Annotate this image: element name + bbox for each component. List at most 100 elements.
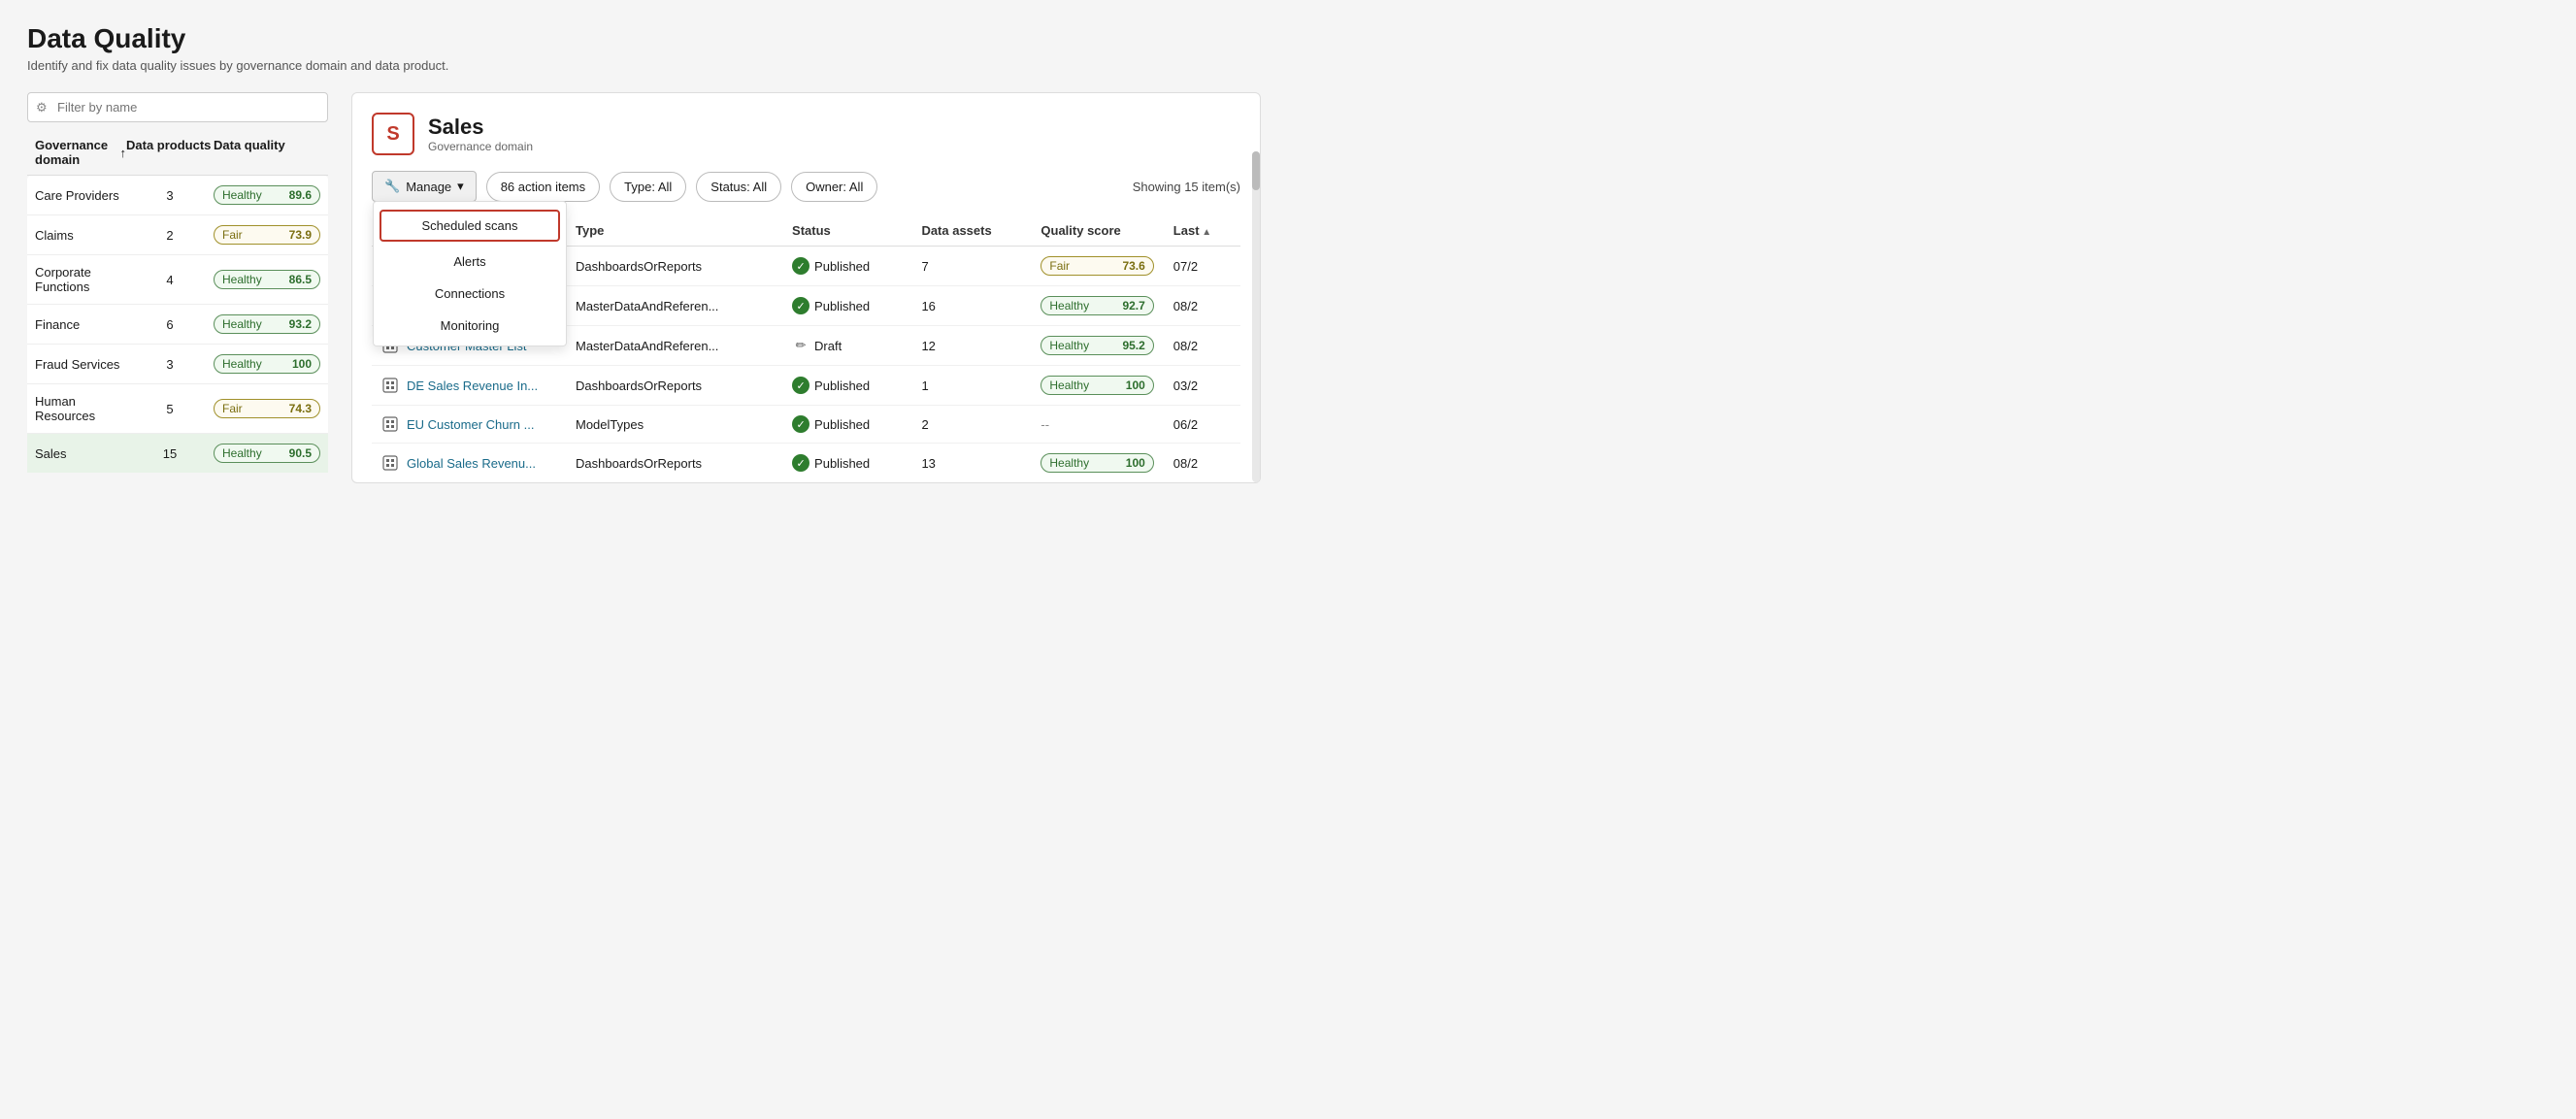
cell-status: ✏ Draft: [782, 326, 911, 366]
cell-name[interactable]: EU Customer Churn ...: [372, 406, 566, 444]
cell-status: ✓ Published: [782, 406, 911, 444]
badge-label: Healthy: [1049, 378, 1089, 392]
table-row[interactable]: Global Sales Revenu... DashboardsOrRepor…: [372, 444, 1240, 483]
cell-assets: 7: [911, 247, 1031, 286]
filter-input-wrap: ⚙: [27, 92, 328, 122]
page-subtitle: Identify and fix data quality issues by …: [27, 58, 1261, 73]
badge-label: Healthy: [222, 273, 262, 286]
left-table-row[interactable]: Finance 6 Healthy 93.2: [27, 305, 328, 345]
badge-score: 100: [1126, 378, 1145, 392]
col-last-header: Last: [1164, 215, 1240, 247]
cell-quality: Healthy 95.2: [1031, 326, 1163, 366]
left-table-row[interactable]: Fraud Services 3 Healthy 100: [27, 345, 328, 384]
badge-score: 100: [1126, 456, 1145, 470]
scrollbar-track[interactable]: [1252, 151, 1260, 482]
page-container: Data Quality Identify and fix data quali…: [0, 0, 1288, 559]
left-table-rows: Care Providers 3 Healthy 89.6 Claims 2 F…: [27, 176, 328, 473]
badge-score: 100: [292, 357, 312, 371]
badge-score: 92.7: [1122, 299, 1144, 313]
left-table-row[interactable]: Human Resources 5 Fair 74.3: [27, 384, 328, 434]
product-icon: [381, 454, 399, 472]
cell-assets: 16: [911, 286, 1031, 326]
badge-score: 95.2: [1122, 339, 1144, 352]
quality-badge: Fair 73.6: [1040, 256, 1153, 276]
product-name: Global Sales Revenu...: [407, 456, 536, 471]
cell-status: ✓ Published: [782, 286, 911, 326]
dropdown-item-alerts[interactable]: Alerts: [374, 246, 566, 278]
cell-name[interactable]: DE Sales Revenue In...: [372, 366, 566, 406]
badge-label: Healthy: [1049, 456, 1089, 470]
action-items-button[interactable]: 86 action items: [486, 172, 600, 202]
product-name: DE Sales Revenue In...: [407, 378, 538, 393]
left-table-row[interactable]: Claims 2 Fair 73.9: [27, 215, 328, 255]
cell-quality: Healthy 92.7: [1031, 286, 1163, 326]
filter-type-button[interactable]: Type: All: [610, 172, 686, 202]
left-table-row[interactable]: Sales 15 Healthy 90.5: [27, 434, 328, 473]
edit-icon: ✏: [792, 337, 809, 354]
cell-type: DashboardsOrReports: [566, 247, 782, 286]
col-type-header: Type: [566, 215, 782, 247]
row-products: 3: [126, 188, 214, 203]
check-circle-icon: ✓: [792, 415, 809, 433]
quality-badge: Fair 74.3: [214, 399, 320, 418]
manage-dropdown: Scheduled scans Alerts Connections Monit…: [373, 201, 567, 346]
cell-quality: --: [1031, 406, 1163, 444]
cell-name[interactable]: Global Sales Revenu...: [372, 444, 566, 483]
check-circle-icon: ✓: [792, 377, 809, 394]
row-domain: Sales: [35, 446, 126, 461]
filter-status-button[interactable]: Status: All: [696, 172, 781, 202]
wrench-icon: 🔧: [384, 179, 400, 194]
scrollbar-thumb[interactable]: [1252, 151, 1260, 190]
badge-label: Fair: [1049, 259, 1070, 273]
badge-score: 73.6: [1122, 259, 1144, 273]
filter-type-label: Type: All: [624, 180, 672, 194]
table-row[interactable]: EU Customer Churn ... ModelTypes ✓ Publi…: [372, 406, 1240, 444]
left-table-row[interactable]: Care Providers 3 Healthy 89.6: [27, 176, 328, 215]
cell-assets: 1: [911, 366, 1031, 406]
badge-score: 74.3: [289, 402, 312, 415]
quality-badge: Healthy 93.2: [214, 314, 320, 334]
cell-type: MasterDataAndReferen...: [566, 286, 782, 326]
filter-owner-label: Owner: All: [806, 180, 863, 194]
badge-label: Healthy: [222, 357, 262, 371]
domain-type: Governance domain: [428, 140, 533, 153]
cell-last: 08/2: [1164, 444, 1240, 483]
table-row[interactable]: DE Sales Revenue In... DashboardsOrRepor…: [372, 366, 1240, 406]
cell-last: 08/2: [1164, 286, 1240, 326]
cell-quality: Healthy 100: [1031, 366, 1163, 406]
cell-quality: Fair 73.6: [1031, 247, 1163, 286]
dropdown-item-monitoring[interactable]: Monitoring: [374, 310, 566, 342]
main-layout: ⚙ Governance domain ↑ Data products Data…: [27, 92, 1261, 483]
cell-status: ✓ Published: [782, 444, 911, 483]
left-table-row[interactable]: Corporate Functions 4 Healthy 86.5: [27, 255, 328, 305]
badge-score: 90.5: [289, 446, 312, 460]
quality-badge: Healthy 100: [1040, 376, 1153, 395]
quality-badge: Healthy 100: [1040, 453, 1153, 473]
quality-badge: Healthy 90.5: [214, 444, 320, 463]
filter-owner-button[interactable]: Owner: All: [791, 172, 877, 202]
manage-button[interactable]: 🔧 Manage ▾ Scheduled scans Alerts Connec…: [372, 171, 477, 202]
row-products: 3: [126, 357, 214, 372]
badge-label: Healthy: [1049, 299, 1089, 313]
row-domain: Fraud Services: [35, 357, 126, 372]
dropdown-item-connections[interactable]: Connections: [374, 278, 566, 310]
filter-status-label: Status: All: [710, 180, 767, 194]
badge-label: Fair: [222, 402, 243, 415]
row-products: 6: [126, 317, 214, 332]
cell-assets: 12: [911, 326, 1031, 366]
chevron-down-icon: ▾: [457, 179, 464, 194]
badge-label: Healthy: [222, 317, 262, 331]
row-domain: Human Resources: [35, 394, 126, 423]
col-quality-header: Data quality: [214, 138, 320, 167]
col-assets-header: Data assets: [911, 215, 1031, 247]
filter-input[interactable]: [27, 92, 328, 122]
product-icon: [381, 415, 399, 433]
page-title: Data Quality: [27, 23, 1261, 54]
badge-score: 73.9: [289, 228, 312, 242]
quality-badge: Healthy 86.5: [214, 270, 320, 289]
cell-status: ✓ Published: [782, 366, 911, 406]
cell-quality: Healthy 100: [1031, 444, 1163, 483]
dropdown-item-scheduled-scans[interactable]: Scheduled scans: [380, 210, 560, 242]
cell-last: 08/2: [1164, 326, 1240, 366]
cell-last: 07/2: [1164, 247, 1240, 286]
